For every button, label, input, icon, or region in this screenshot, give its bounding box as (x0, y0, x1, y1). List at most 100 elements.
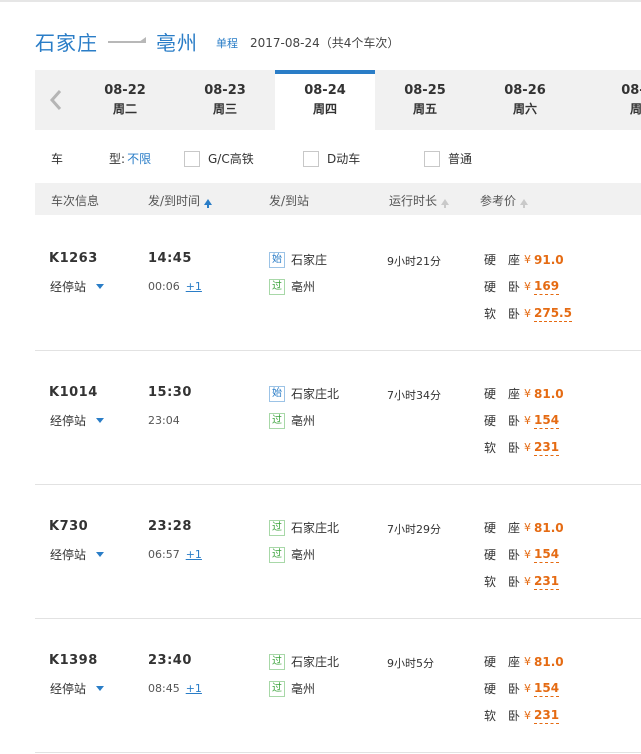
seat-price-row: 硬 座 ¥81.0 (484, 519, 564, 536)
header-station: 发/到站 (269, 194, 310, 208)
stops-toggle[interactable]: 经停站 (50, 546, 105, 563)
date-tab[interactable]: 08-26 周六 (475, 70, 575, 130)
to-station: 过亳州 (269, 278, 315, 295)
seat-type: 硬 座 (484, 521, 521, 535)
date-label: 08-22 (104, 83, 146, 98)
header-price-label: 参考价 (480, 194, 517, 208)
seat-price[interactable]: 231 (534, 574, 560, 590)
trip-type-link[interactable]: 单程 (216, 35, 238, 51)
route-header: 石家庄 亳州 单程 2017-08-24（共4个车次） (35, 26, 399, 56)
seat-price-row: 硬 座 ¥91.0 (484, 251, 564, 268)
duration: 7小时34分 (387, 389, 441, 402)
table-row: K1014 经停站 15:30 23:04 始石家庄北 过亳州 7小时34分 硬… (35, 350, 641, 485)
date-tab[interactable]: 08-25 周五 (375, 70, 475, 130)
stops-toggle[interactable]: 经停站 (50, 680, 105, 697)
seat-price[interactable]: 169 (534, 279, 560, 295)
pass-badge: 过 (269, 546, 285, 563)
seat-price-row: 硬 卧 ¥154 (484, 412, 560, 429)
filter-option-label: G/C高铁 (208, 152, 254, 166)
train-number[interactable]: K730 (49, 519, 88, 534)
filter-d-option[interactable]: D动车 (303, 150, 360, 167)
start-badge: 始 (269, 385, 285, 402)
date-tab-active[interactable]: 08-24 周四 (275, 70, 375, 130)
station-name: 亳州 (291, 280, 316, 294)
seat-price-row: 软 卧 ¥231 (484, 573, 560, 590)
station-name: 亳州 (291, 682, 316, 696)
arrival-time: 08:45 (148, 682, 180, 695)
date-label: 08-27 (621, 83, 641, 98)
pass-badge: 过 (269, 519, 285, 536)
stops-toggle[interactable]: 经停站 (50, 278, 105, 295)
departure-time: 15:30 (148, 385, 192, 400)
caret-down-icon (96, 418, 105, 423)
weekday-label: 周五 (412, 102, 437, 116)
train-number[interactable]: K1398 (49, 653, 98, 668)
from-station: 始石家庄北 (269, 385, 339, 402)
filter-gc-option[interactable]: G/C高铁 (184, 150, 254, 167)
filter-normal-option[interactable]: 普通 (424, 150, 472, 167)
header-time[interactable]: 发/到时间 (148, 192, 213, 209)
sort-asc-icon (204, 198, 213, 208)
header-duration[interactable]: 运行时长 (389, 192, 450, 209)
train-number[interactable]: K1014 (49, 385, 98, 400)
next-day-marker: +1 (185, 682, 202, 695)
currency-symbol: ¥ (524, 709, 531, 722)
seat-price-row: 硬 座 ¥81.0 (484, 385, 564, 402)
type-all-option[interactable]: 不限 (127, 150, 151, 167)
from-station: 始石家庄 (269, 251, 327, 268)
date-tab[interactable]: 08-23 周三 (175, 70, 275, 130)
arrival-time-cell: 23:04 (148, 414, 186, 427)
table-header: 车次信息 发/到时间 发/到站 运行时长 参考价 (35, 183, 641, 215)
duration: 7小时29分 (387, 523, 441, 536)
pass-badge: 过 (269, 680, 285, 697)
seat-type: 硬 卧 (484, 414, 521, 428)
currency-symbol: ¥ (524, 655, 531, 668)
prev-dates-button[interactable] (35, 70, 77, 130)
checkbox[interactable] (184, 150, 200, 167)
caret-down-icon (96, 686, 105, 691)
date-tab[interactable]: 08-27 周日 (575, 70, 641, 130)
seat-type: 硬 卧 (484, 280, 521, 294)
top-divider (0, 0, 641, 2)
weekday-label: 周日 (629, 102, 641, 116)
currency-symbol: ¥ (524, 441, 531, 454)
date-tab[interactable]: 08-22 周二 (75, 70, 175, 130)
chevron-left-icon (49, 90, 62, 110)
currency-symbol: ¥ (524, 253, 531, 266)
date-label: 08-23 (204, 83, 246, 98)
header-time-label: 发/到时间 (148, 194, 201, 208)
seat-price[interactable]: 154 (534, 681, 560, 697)
seat-type: 软 卧 (484, 307, 521, 321)
table-row: K730 经停站 23:28 06:57 +1 过石家庄北 过亳州 7小时29分 … (35, 484, 641, 619)
seat-price: 81.0 (534, 386, 564, 401)
seat-price: 81.0 (534, 520, 564, 535)
table-row: K1263 经停站 14:45 00:06 +1 始石家庄 过亳州 9小时21分 … (35, 216, 641, 351)
arrival-time: 23:04 (148, 414, 180, 427)
seat-price: 91.0 (534, 252, 564, 267)
seat-price[interactable]: 231 (534, 708, 560, 724)
checkbox[interactable] (303, 150, 319, 167)
arrival-time-cell: 06:57 +1 (148, 548, 202, 561)
to-station: 过亳州 (269, 680, 315, 697)
seat-price[interactable]: 154 (534, 547, 560, 563)
filter-option-label: D动车 (327, 152, 361, 166)
header-train: 车次信息 (51, 194, 100, 208)
pass-badge: 过 (269, 278, 285, 295)
seat-price[interactable]: 275.5 (534, 306, 572, 322)
arrival-time-cell: 08:45 +1 (148, 682, 202, 695)
train-number[interactable]: K1263 (49, 251, 98, 266)
stops-label: 经停站 (50, 414, 87, 428)
station-name: 石家庄北 (291, 387, 340, 401)
station-name: 石家庄北 (291, 521, 340, 535)
checkbox[interactable] (424, 150, 440, 167)
from-city: 石家庄 (35, 30, 98, 55)
seat-type: 软 卧 (484, 441, 521, 455)
route-arrow-icon (108, 37, 146, 43)
seat-price-row: 软 卧 ¥275.5 (484, 305, 572, 322)
seat-price[interactable]: 154 (534, 413, 560, 429)
currency-symbol: ¥ (524, 414, 531, 427)
seat-price[interactable]: 231 (534, 440, 560, 456)
header-price[interactable]: 参考价 (480, 192, 529, 209)
stops-toggle[interactable]: 经停站 (50, 412, 105, 429)
start-badge: 始 (269, 251, 285, 268)
